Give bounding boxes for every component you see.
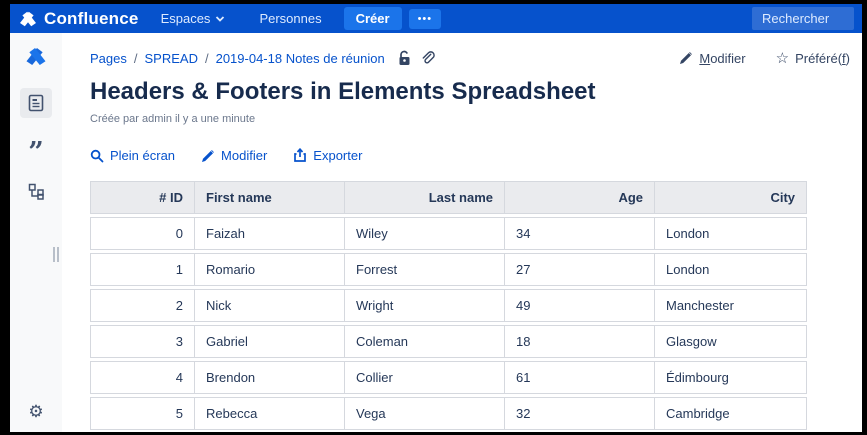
edit-spreadsheet-label: Modifier: [221, 148, 267, 163]
breadcrumb-current-page[interactable]: 2019-04-18 Notes de réunion: [216, 51, 385, 66]
table-row: 1RomarioForrest27London: [90, 253, 807, 286]
table-cell: 27: [505, 253, 655, 286]
table-cell: London: [655, 253, 807, 286]
column-header[interactable]: City: [655, 181, 807, 214]
sidebar-item-pages[interactable]: [20, 88, 52, 118]
top-navigation-bar: Confluence Espaces Personnes Créer •••: [10, 4, 862, 33]
table-cell: Brendon: [195, 361, 345, 394]
column-header[interactable]: # ID: [90, 181, 195, 214]
table-cell: Coleman: [345, 325, 505, 358]
table-cell: 1: [90, 253, 195, 286]
page-actions: Modifier ☆ Préféré(f): [679, 49, 854, 67]
table-cell: Faizah: [195, 217, 345, 250]
fullscreen-button[interactable]: Plein écran: [90, 148, 175, 163]
table-cell: 32: [505, 397, 655, 430]
export-icon: [293, 148, 307, 163]
column-header[interactable]: First name: [195, 181, 345, 214]
page-status-icons: [397, 50, 435, 66]
favorite-button[interactable]: ☆ Préféré(f): [776, 49, 850, 67]
confluence-home-link[interactable]: Confluence: [18, 9, 139, 29]
pencil-icon: [201, 149, 215, 163]
table-cell: 5: [90, 397, 195, 430]
breadcrumb-row: Pages / SPREAD / 2019-04-18 Notes de réu…: [90, 49, 854, 67]
edit-page-button[interactable]: Modifier: [679, 51, 745, 66]
nav-spaces[interactable]: Espaces: [161, 11, 226, 26]
breadcrumb-space[interactable]: SPREAD: [145, 51, 198, 66]
star-icon: ☆: [776, 49, 789, 67]
nav-people[interactable]: Personnes: [259, 11, 321, 26]
more-menu-button[interactable]: •••: [409, 9, 442, 29]
unlock-icon[interactable]: [397, 50, 412, 66]
edit-page-label: Modifier: [699, 51, 745, 66]
chevron-down-icon: [215, 15, 225, 23]
confluence-logo-icon: [18, 11, 38, 27]
table-row: 5RebeccaVega32Cambridge: [90, 397, 807, 430]
nav-people-label: Personnes: [259, 11, 321, 26]
tree-icon: [28, 183, 45, 200]
breadcrumb: Pages / SPREAD / 2019-04-18 Notes de réu…: [90, 51, 385, 66]
fullscreen-label: Plein écran: [110, 148, 175, 163]
table-cell: 34: [505, 217, 655, 250]
breadcrumb-separator: /: [134, 51, 138, 66]
confluence-window: Confluence Espaces Personnes Créer •••: [10, 4, 862, 432]
column-header[interactable]: Age: [505, 181, 655, 214]
search-box: [752, 7, 854, 30]
edit-spreadsheet-button[interactable]: Modifier: [201, 148, 267, 163]
table-cell: Romario: [195, 253, 345, 286]
table-row: 4BrendonCollier61Édimbourg: [90, 361, 807, 394]
table-row: 0FaizahWiley34London: [90, 217, 807, 250]
table-header-row: # IDFirst nameLast nameAgeCity: [90, 181, 807, 214]
table-cell: Édimbourg: [655, 361, 807, 394]
table-cell: 0: [90, 217, 195, 250]
table-cell: Wright: [345, 289, 505, 322]
table-cell: Rebecca: [195, 397, 345, 430]
table-cell: 2: [90, 289, 195, 322]
paperclip-icon[interactable]: [420, 50, 435, 66]
search-input[interactable]: [752, 7, 854, 30]
table-cell: Collier: [345, 361, 505, 394]
settings-gear-icon[interactable]: ⚙: [28, 402, 43, 422]
top-nav: Espaces Personnes: [161, 11, 322, 26]
table-cell: Vega: [345, 397, 505, 430]
table-cell: 18: [505, 325, 655, 358]
column-header[interactable]: Last name: [345, 181, 505, 214]
page-content: Pages / SPREAD / 2019-04-18 Notes de réu…: [62, 33, 862, 432]
table-cell: Cambridge: [655, 397, 807, 430]
table-cell: Wiley: [345, 217, 505, 250]
favorite-label: Préféré(f): [795, 51, 850, 66]
table-cell: 3: [90, 325, 195, 358]
page-byline: Créée par admin il y a une minute: [90, 113, 854, 125]
table-cell: 4: [90, 361, 195, 394]
table-cell: Glasgow: [655, 325, 807, 358]
page-title: Headers & Footers in Elements Spreadshee…: [90, 78, 854, 106]
pencil-icon: [679, 51, 693, 65]
spreadsheet-toolbar: Plein écran Modifier: [90, 148, 854, 163]
table-cell: 61: [505, 361, 655, 394]
sidebar-item-quotes[interactable]: ”: [20, 132, 52, 162]
product-name: Confluence: [44, 9, 139, 29]
export-label: Exporter: [313, 148, 362, 163]
sidebar-item-page-tree[interactable]: [20, 176, 52, 206]
table-cell: Gabriel: [195, 325, 345, 358]
page-icon: [28, 94, 44, 112]
spreadsheet-table: # IDFirst nameLast nameAgeCity 0FaizahWi…: [90, 178, 807, 432]
breadcrumb-separator: /: [205, 51, 209, 66]
table-cell: 49: [505, 289, 655, 322]
table-row: 2NickWright49Manchester: [90, 289, 807, 322]
table-cell: Nick: [195, 289, 345, 322]
export-button[interactable]: Exporter: [293, 148, 362, 163]
sidebar-resize-grip[interactable]: [53, 247, 59, 262]
nav-spaces-label: Espaces: [161, 11, 211, 26]
left-sidebar: ” ⚙: [10, 33, 62, 432]
table-cell: London: [655, 217, 807, 250]
table-cell: Forrest: [345, 253, 505, 286]
breadcrumb-pages[interactable]: Pages: [90, 51, 127, 66]
magnifier-icon: [90, 149, 104, 163]
quote-icon: ”: [28, 148, 44, 158]
sidebar-confluence-logo-icon[interactable]: [24, 47, 48, 66]
table-row: 3GabrielColeman18Glasgow: [90, 325, 807, 358]
table-cell: Manchester: [655, 289, 807, 322]
create-button[interactable]: Créer: [344, 7, 402, 30]
